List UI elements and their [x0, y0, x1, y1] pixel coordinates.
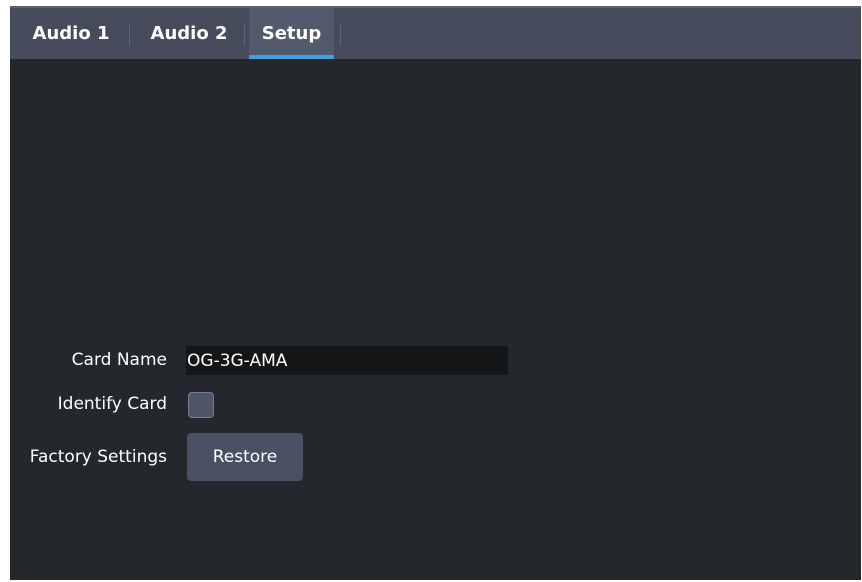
restore-button[interactable]: Restore — [187, 433, 303, 481]
factory-settings-label: Factory Settings — [29, 447, 167, 467]
tab-audio-1[interactable]: Audio 1 — [18, 8, 124, 59]
tab-label: Audio 2 — [150, 23, 228, 44]
card-name-input[interactable] — [186, 346, 508, 375]
identify-card-label: Identify Card — [57, 394, 167, 414]
tab-divider — [340, 24, 341, 46]
tab-divider — [244, 24, 245, 46]
tab-divider — [129, 24, 130, 46]
tab-audio-2[interactable]: Audio 2 — [138, 8, 240, 59]
identify-card-checkbox[interactable] — [188, 392, 214, 418]
tab-label: Audio 1 — [32, 23, 110, 44]
tab-label: Setup — [261, 23, 322, 44]
card-name-label: Card Name — [71, 350, 167, 370]
tab-bar: Audio 1 Audio 2 Setup — [10, 6, 861, 59]
setup-panel: Audio 1 Audio 2 Setup Card Name Identify… — [10, 6, 861, 580]
tab-setup[interactable]: Setup — [249, 8, 334, 59]
